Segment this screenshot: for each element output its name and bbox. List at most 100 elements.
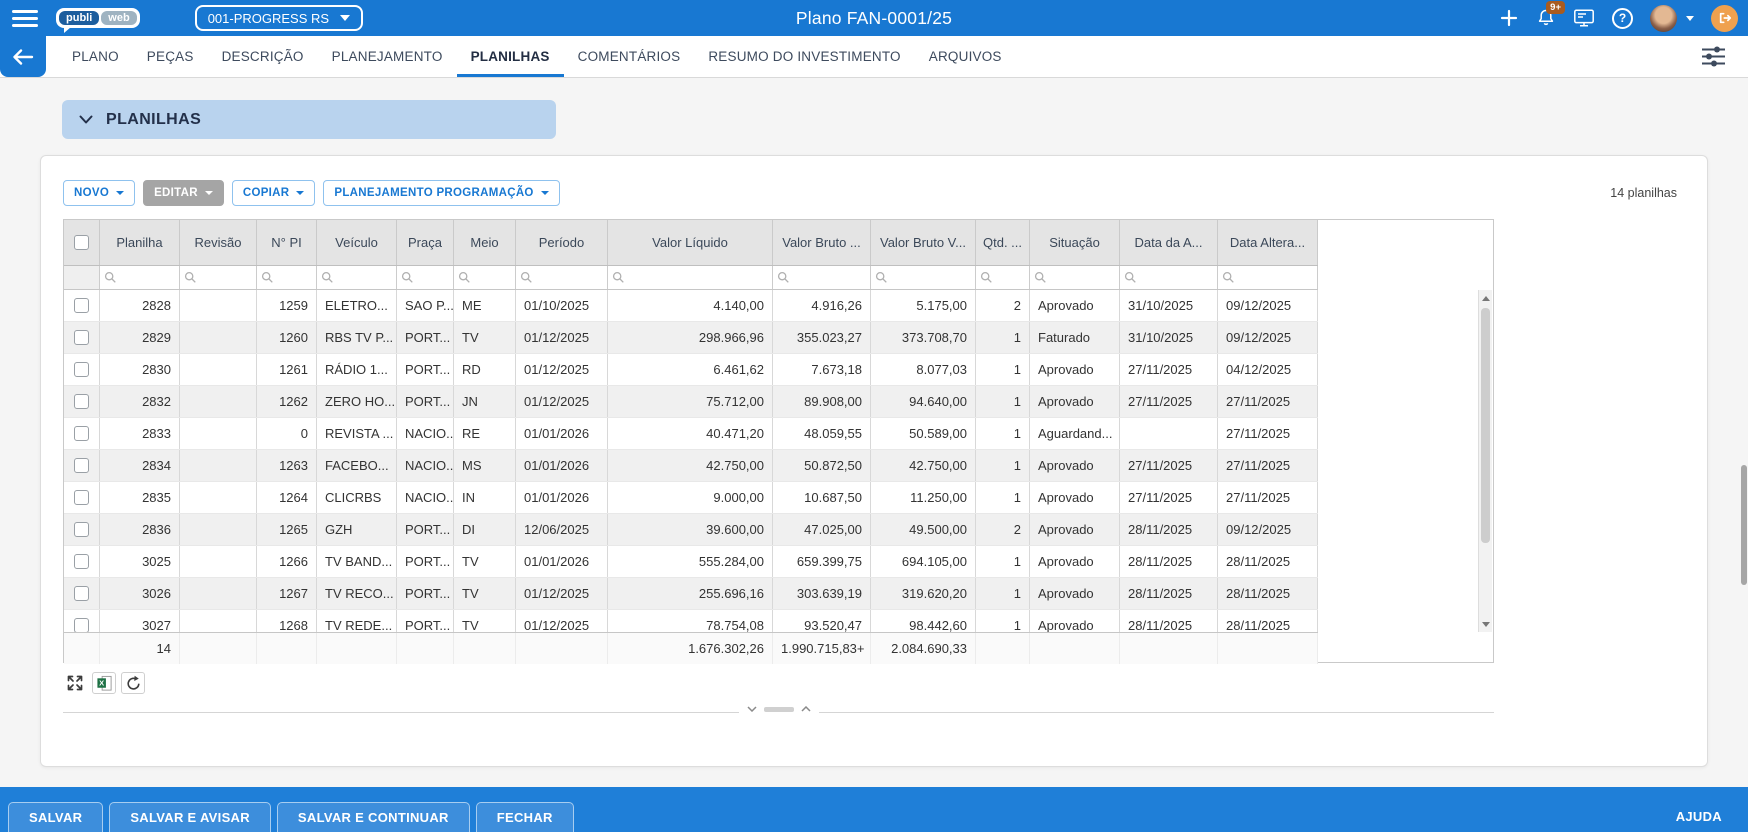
filter-meio[interactable] [454, 266, 516, 289]
drag-grip[interactable] [764, 706, 794, 712]
tab-resumo-do-investimento[interactable]: RESUMO DO INVESTIMENTO [694, 36, 914, 77]
table-row[interactable]: 2828 1259 ELETRO... SAO P... ME 01/10/20… [64, 290, 1318, 322]
table-row[interactable]: 2829 1260 RBS TV P... PORT... TV 01/12/2… [64, 322, 1318, 354]
section-header-planilhas[interactable]: PLANILHAS [62, 100, 556, 139]
salvar-e-avisar-button[interactable]: SALVAR E AVISAR [109, 802, 271, 832]
filter-data-da-a[interactable] [1120, 266, 1218, 289]
table-row[interactable]: 2830 1261 RÁDIO 1... PORT... RD 01/12/20… [64, 354, 1318, 386]
scroll-down-arrow[interactable] [1479, 616, 1492, 632]
filter-veiculo[interactable] [317, 266, 397, 289]
caret-down-icon[interactable] [1686, 15, 1694, 21]
filter-qtd[interactable] [976, 266, 1030, 289]
user-menu[interactable] [1650, 4, 1677, 32]
cell-data-alteracao: 27/11/2025 [1218, 386, 1318, 417]
filter-praca[interactable] [397, 266, 454, 289]
col-data-altera[interactable]: Data Altera... [1218, 220, 1318, 265]
display-icon[interactable] [1573, 8, 1595, 28]
row-checkbox[interactable] [74, 490, 89, 505]
back-button[interactable] [0, 36, 46, 77]
col-planilha[interactable]: Planilha [100, 220, 180, 265]
table-row[interactable]: 3026 1267 TV RECO... PORT... TV 01/12/20… [64, 578, 1318, 610]
row-checkbox[interactable] [74, 522, 89, 537]
filter-valor-bruto[interactable] [773, 266, 871, 289]
refresh-icon[interactable] [121, 672, 145, 694]
back-arrow-icon [13, 48, 34, 65]
col-praca[interactable]: Praça [397, 220, 454, 265]
table-row[interactable]: 2832 1262 ZERO HO... PORT... JN 01/12/20… [64, 386, 1318, 418]
copiar-button[interactable]: COPIAR [231, 180, 316, 206]
company-select[interactable]: 001-PROGRESS RS [194, 5, 363, 31]
row-checkbox[interactable] [74, 330, 89, 345]
row-checkbox[interactable] [74, 298, 89, 313]
row-checkbox[interactable] [74, 586, 89, 601]
excel-export-icon[interactable]: X [92, 672, 116, 694]
app-logo[interactable]: publi web [56, 8, 140, 33]
tab-planilhas[interactable]: PLANILHAS [457, 36, 564, 77]
table-row[interactable]: 2834 1263 FACEBO... NACIO... MS 01/01/20… [64, 450, 1318, 482]
tab-plano[interactable]: PLANO [58, 36, 133, 77]
filter-revisao[interactable] [180, 266, 257, 289]
tab-pecas[interactable]: PEÇAS [133, 36, 208, 77]
menu-icon[interactable] [12, 6, 38, 31]
filter-valor-bruto-v[interactable] [871, 266, 976, 289]
filter-planilha[interactable] [100, 266, 180, 289]
filter-n-pi[interactable] [257, 266, 317, 289]
tab-descricao[interactable]: DESCRIÇÃO [208, 36, 318, 77]
table-row[interactable]: 2835 1264 CLICRBS NACIO... IN 01/01/2026… [64, 482, 1318, 514]
tab-planejamento[interactable]: PLANEJAMENTO [318, 36, 457, 77]
page-scrollbar-thumb[interactable] [1741, 465, 1747, 585]
planejamento-programacao-button[interactable]: PLANEJAMENTO PROGRAMAÇÃO [323, 180, 560, 206]
select-all-checkbox[interactable] [74, 235, 89, 250]
ajuda-link[interactable]: AJUDA [1662, 802, 1736, 832]
col-valor-bruto-v[interactable]: Valor Bruto V... [871, 220, 976, 265]
plus-icon[interactable] [1499, 8, 1519, 28]
col-qtd[interactable]: Qtd. ... [976, 220, 1030, 265]
row-checkbox[interactable] [74, 426, 89, 441]
help-icon[interactable]: ? [1612, 7, 1633, 29]
grid-vertical-scrollbar[interactable] [1478, 290, 1492, 632]
grid-collapse-control[interactable] [739, 704, 819, 714]
fechar-button[interactable]: FECHAR [475, 802, 574, 832]
filter-data-altera[interactable] [1218, 266, 1318, 289]
cell-qtd: 2 [976, 514, 1030, 545]
logout-icon[interactable] [1711, 4, 1738, 32]
expand-icon[interactable] [63, 672, 87, 694]
filter-sliders-icon[interactable] [1701, 36, 1726, 77]
row-checkbox[interactable] [74, 394, 89, 409]
col-veiculo[interactable]: Veículo [317, 220, 397, 265]
row-checkbox[interactable] [74, 458, 89, 473]
cell-data-aprovacao: 28/11/2025 [1120, 514, 1218, 545]
table-row[interactable]: 3027 1268 TV REDE... PORT... TV 01/12/20… [64, 610, 1318, 632]
col-situacao[interactable]: Situação [1030, 220, 1120, 265]
table-row[interactable]: 3025 1266 TV BAND... PORT... TV 01/01/20… [64, 546, 1318, 578]
salvar-e-continuar-button[interactable]: SALVAR E CONTINUAR [276, 802, 470, 832]
cell-meio: IN [454, 482, 516, 513]
filter-valor-liquido[interactable] [608, 266, 773, 289]
col-periodo[interactable]: Período [516, 220, 608, 265]
row-checkbox[interactable] [74, 554, 89, 569]
tab-arquivos[interactable]: ARQUIVOS [915, 36, 1016, 77]
tab-comentarios[interactable]: COMENTÁRIOS [564, 36, 695, 77]
col-valor-liquido[interactable]: Valor Líquido [608, 220, 773, 265]
col-valor-bruto[interactable]: Valor Bruto ... [773, 220, 871, 265]
table-row[interactable]: 2836 1265 GZH PORT... DI 12/06/2025 39.6… [64, 514, 1318, 546]
filter-periodo[interactable] [516, 266, 608, 289]
scroll-thumb[interactable] [1481, 308, 1490, 543]
cell-valor-bruto: 47.025,00 [773, 514, 871, 545]
col-revisao[interactable]: Revisão [180, 220, 257, 265]
col-meio[interactable]: Meio [454, 220, 516, 265]
scroll-up-arrow[interactable] [1479, 290, 1492, 306]
filter-situacao[interactable] [1030, 266, 1120, 289]
salvar-button[interactable]: SALVAR [8, 802, 104, 832]
col-data-da-a[interactable]: Data da A... [1120, 220, 1218, 265]
cell-planilha: 2835 [100, 482, 180, 513]
notifications-bell-icon[interactable]: 9+ [1536, 1, 1565, 28]
user-avatar[interactable] [1650, 4, 1677, 32]
novo-button[interactable]: NOVO [63, 180, 136, 206]
table-row[interactable]: 2833 0 REVISTA ... NACIO... RE 01/01/202… [64, 418, 1318, 450]
editar-button[interactable]: EDITAR [143, 180, 224, 206]
col-n-pi[interactable]: N° PI [257, 220, 317, 265]
search-icon [458, 271, 470, 283]
row-checkbox[interactable] [74, 618, 89, 632]
row-checkbox[interactable] [74, 362, 89, 377]
